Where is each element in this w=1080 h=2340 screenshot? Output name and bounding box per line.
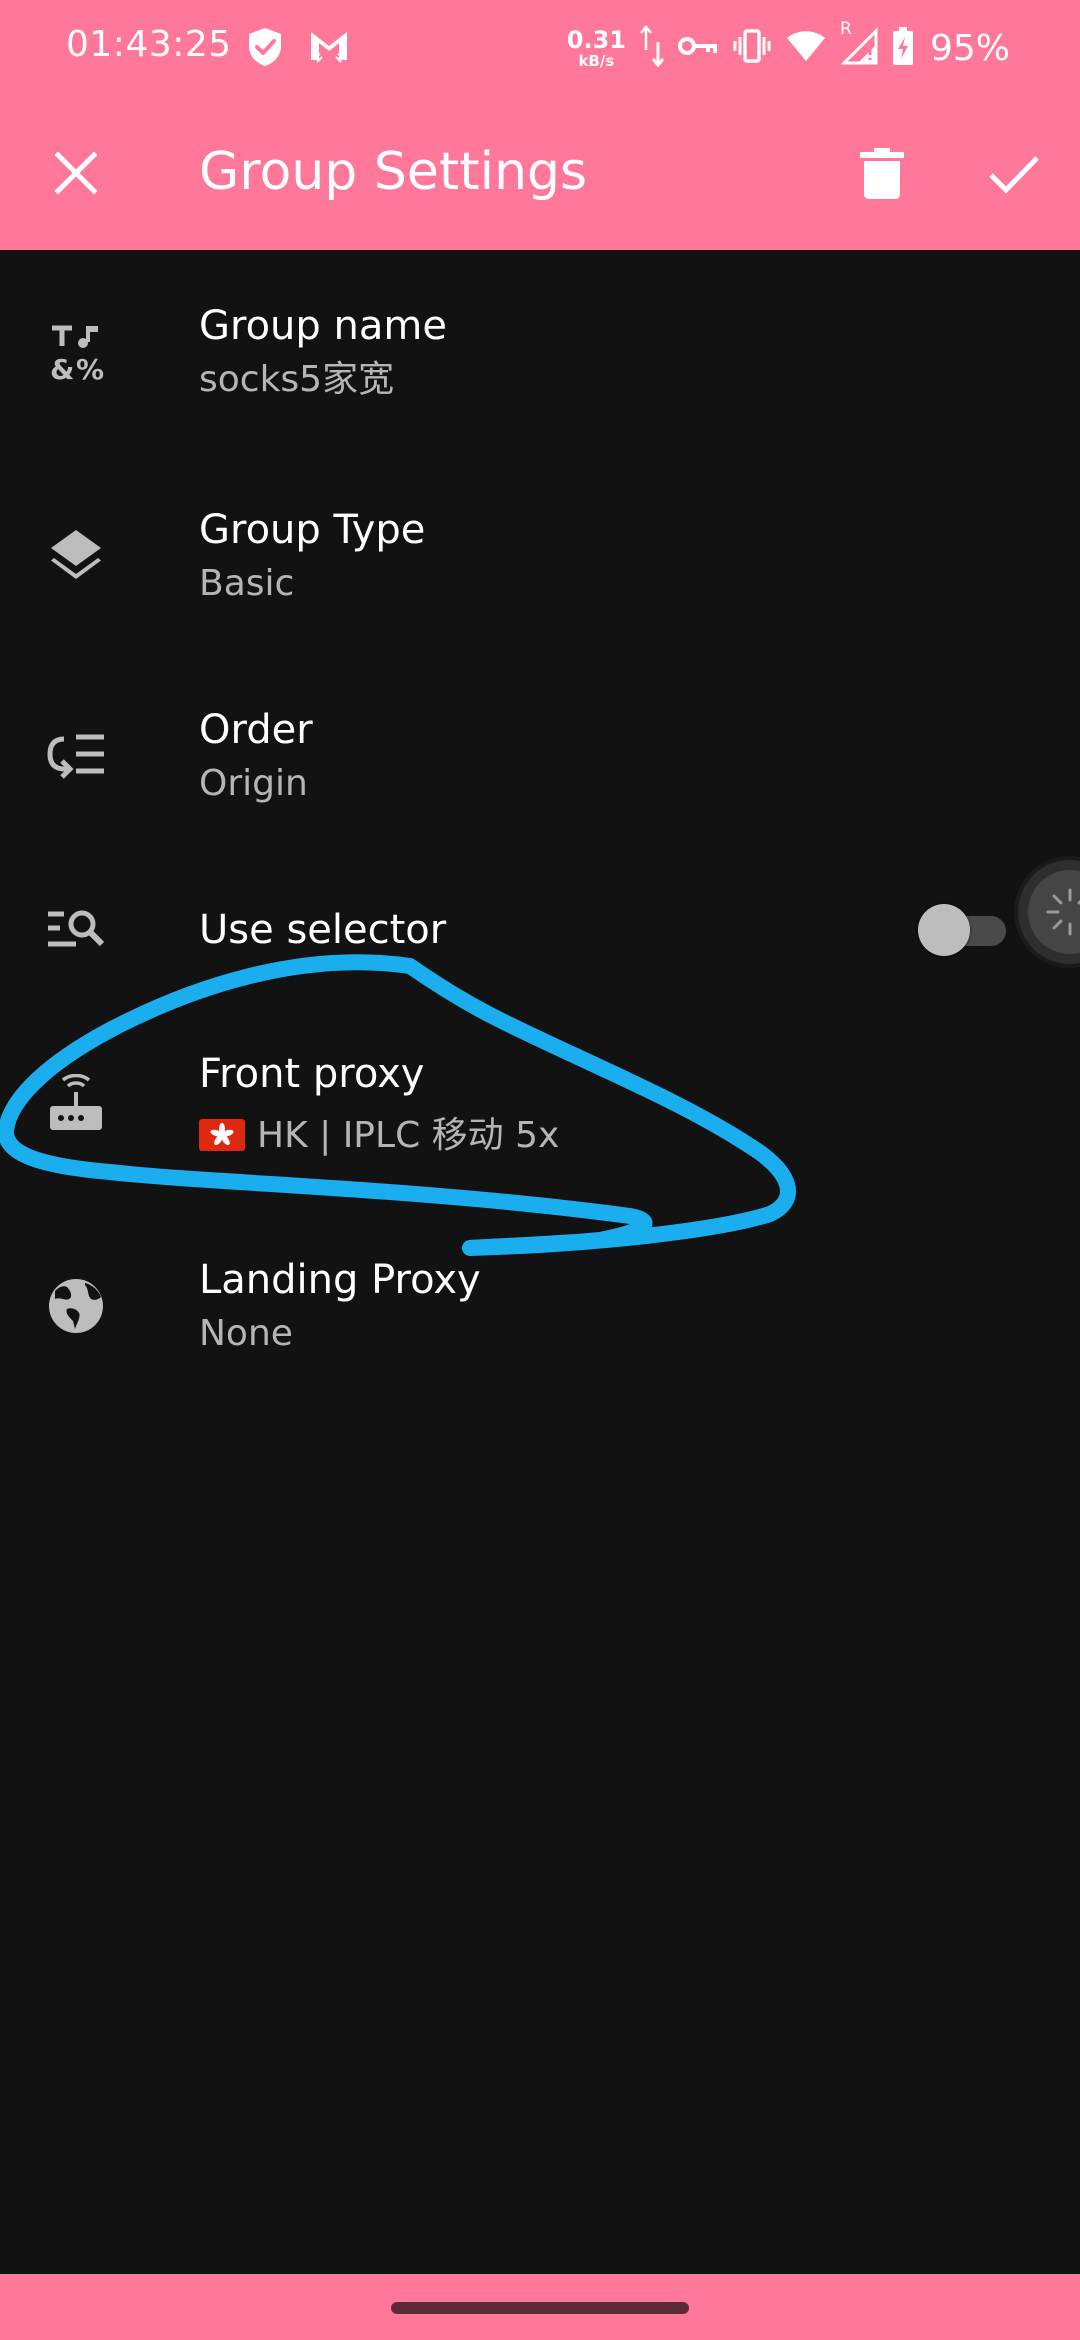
battery-charging-icon	[892, 27, 914, 69]
gmail-icon	[308, 26, 350, 72]
wifi-icon	[786, 30, 826, 66]
pref-front-proxy-summary: HK | IPLC 移动 5x	[257, 1115, 560, 1156]
status-bar: 01:43:25 0.31 kB/s R 95%	[0, 0, 1080, 96]
pref-group-name-title: Group name	[199, 303, 447, 349]
pref-order[interactable]: Order Origin	[0, 670, 1080, 840]
vibrate-icon	[732, 28, 772, 68]
net-speed-unit: kB/s	[578, 51, 615, 70]
status-system-icons: 0.31 kB/s R 95%	[567, 19, 1010, 74]
text-symbols-icon: & %	[44, 320, 108, 384]
use-selector-switch[interactable]	[918, 904, 1006, 956]
globe-icon	[44, 1274, 108, 1338]
router-icon	[44, 1072, 108, 1136]
battery-percent: 95%	[929, 27, 1010, 69]
pref-order-summary: Origin	[199, 763, 308, 804]
delete-icon	[860, 148, 904, 199]
roaming-indicator: R	[839, 19, 852, 39]
svg-text:&: &	[50, 353, 74, 382]
pref-landing-proxy-title: Landing Proxy	[199, 1257, 481, 1303]
list-search-icon	[44, 898, 108, 962]
status-notification-icons	[246, 26, 350, 72]
bubble-inner	[1028, 870, 1080, 954]
page-title: Group Settings	[199, 142, 588, 202]
net-speed-indicator: 0.31 kB/s	[567, 28, 626, 69]
vpn-key-icon	[677, 34, 718, 62]
shield-icon	[246, 26, 284, 72]
sort-order-icon	[44, 722, 108, 786]
data-arrows-icon	[640, 24, 665, 72]
confirm-button[interactable]	[978, 138, 1050, 210]
check-icon	[989, 156, 1039, 194]
pref-landing-proxy[interactable]: Landing Proxy None	[0, 1230, 1080, 1400]
cell-signal-icon: R	[840, 19, 878, 69]
pref-group-name-summary: socks5家宽	[199, 359, 395, 400]
app-bar: Group Settings	[0, 96, 1080, 250]
pref-group-type-title: Group Type	[199, 507, 426, 553]
close-icon	[54, 151, 98, 195]
sparkle-icon	[1046, 888, 1080, 936]
navigation-bar	[0, 2274, 1080, 2340]
pref-group-type[interactable]: Group Type Basic	[0, 470, 1080, 640]
svg-text:%: %	[76, 353, 104, 382]
pref-order-title: Order	[199, 707, 313, 753]
switch-thumb	[918, 904, 970, 956]
pref-group-type-summary: Basic	[199, 563, 295, 604]
status-time: 01:43:25	[66, 24, 232, 65]
pref-landing-proxy-summary: None	[199, 1313, 293, 1354]
layers-icon	[44, 522, 108, 586]
home-gesture-handle[interactable]	[391, 2302, 689, 2314]
close-button[interactable]	[42, 139, 110, 207]
screen: 01:43:25 0.31 kB/s R 95% Group Settings …	[0, 0, 1080, 2340]
pref-front-proxy-title: Front proxy	[199, 1051, 425, 1097]
pref-group-name[interactable]: & % Group name socks5家宽	[0, 270, 1080, 440]
delete-button[interactable]	[846, 138, 918, 210]
pref-use-selector-title: Use selector	[199, 907, 447, 953]
pref-front-proxy-summary-line: HK | IPLC 移动 5x	[199, 1114, 559, 1158]
pref-front-proxy[interactable]: Front proxy HK | IPLC 移动 5x	[0, 1020, 1080, 1200]
hong-kong-flag-icon	[199, 1119, 245, 1151]
net-speed-value: 0.31	[566, 25, 626, 54]
